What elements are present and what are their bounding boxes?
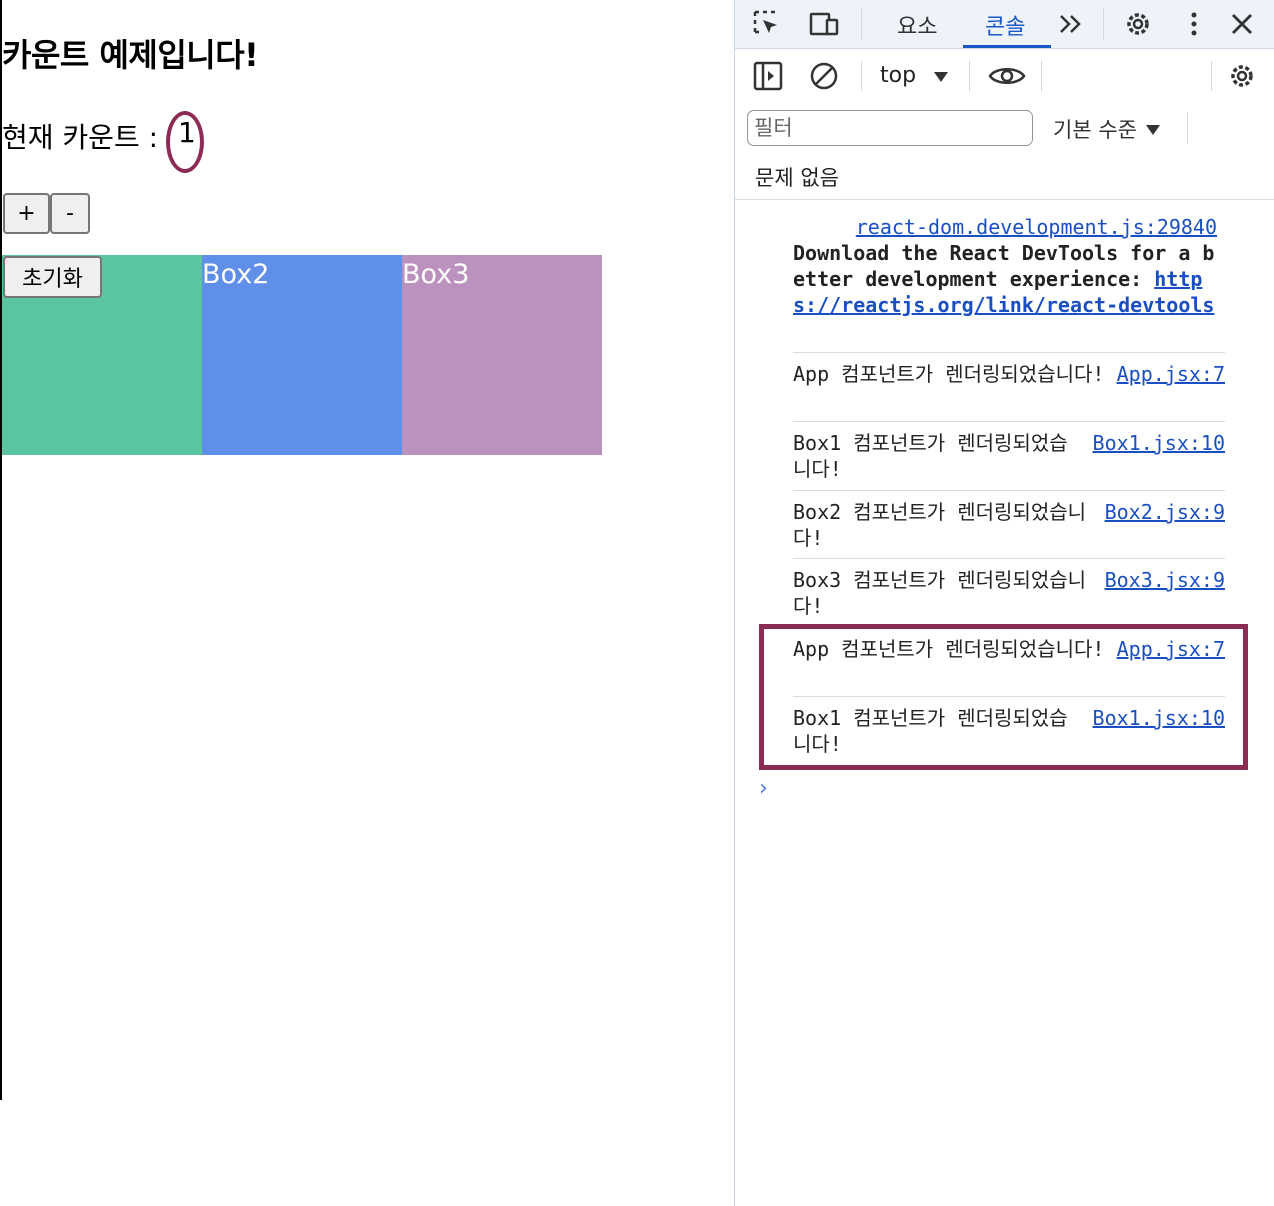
console-message: react-dom.development.js:29840 Download … xyxy=(793,214,1225,318)
message-divider xyxy=(793,558,1225,559)
more-options-icon[interactable] xyxy=(1177,8,1211,40)
count-label: 현재 카운트 : xyxy=(2,121,159,154)
message-divider xyxy=(793,490,1225,491)
tab-console[interactable]: 콘솔 xyxy=(985,9,1025,41)
message-source-link[interactable]: Box3.jsx:9 xyxy=(1105,567,1225,593)
devtools-panel: 요소 콘솔 top 필터 기본 수준 문제 없음 react-dom.devel… xyxy=(734,0,1274,1206)
toolbar-separator xyxy=(1041,61,1042,91)
console-settings-gear-icon[interactable] xyxy=(1225,60,1259,92)
chevron-down-icon xyxy=(1145,125,1160,135)
device-toolbar-icon[interactable] xyxy=(807,8,841,40)
message-source-link[interactable]: Box1.jsx:10 xyxy=(1093,430,1225,456)
active-tab-indicator xyxy=(963,45,1051,48)
sidebar-toggle-icon[interactable] xyxy=(751,60,785,92)
count-highlight-circle xyxy=(166,111,204,173)
decrement-button[interactable]: - xyxy=(50,193,90,234)
settings-gear-icon[interactable] xyxy=(1121,8,1155,40)
toolbar-separator xyxy=(1103,8,1104,40)
page-title: 카운트 예제입니다! xyxy=(2,36,259,74)
console-prompt[interactable]: › xyxy=(759,776,768,801)
page-edge xyxy=(0,0,2,1100)
message-text: App 컴포넌트가 렌더링되었습니다! xyxy=(793,362,1105,386)
toolbar-separator xyxy=(861,8,862,40)
close-icon[interactable] xyxy=(1225,8,1259,40)
more-tabs-icon[interactable] xyxy=(1055,8,1089,40)
console-divider xyxy=(735,199,1274,200)
console-message: Box2.jsx:9 Box2 컴포넌트가 렌더링되었습니다! xyxy=(793,499,1225,551)
filter-input[interactable] xyxy=(747,110,1033,146)
clear-console-icon[interactable] xyxy=(807,60,841,92)
message-text: Box3 컴포넌트가 렌더링되었습니다! xyxy=(793,568,1087,618)
console-toolbar xyxy=(735,49,1274,103)
console-message: App.jsx:7 App 컴포넌트가 렌더링되었습니다! xyxy=(793,361,1225,387)
app-page: 카운트 예제입니다! 현재 카운트 : 1 + - Box2 Box3 초기화 xyxy=(0,0,734,1206)
box2: Box2 xyxy=(202,255,402,455)
box3-label: Box3 xyxy=(402,259,470,290)
box2-label: Box2 xyxy=(202,259,270,290)
message-divider xyxy=(793,352,1225,353)
message-text: Download the React DevTools for a better… xyxy=(793,241,1215,291)
console-message: Box3.jsx:9 Box3 컴포넌트가 렌더링되었습니다! xyxy=(793,567,1225,619)
reset-button[interactable]: 초기화 xyxy=(3,256,102,298)
message-source-link[interactable]: Box2.jsx:9 xyxy=(1105,499,1225,525)
devtools-toolbar: 요소 콘솔 xyxy=(735,0,1274,49)
message-source-link[interactable]: App.jsx:7 xyxy=(1117,361,1225,387)
highlight-box xyxy=(759,624,1248,770)
box3: Box3 xyxy=(402,255,602,455)
live-expression-eye-icon[interactable] xyxy=(987,62,1027,90)
increment-button[interactable]: + xyxy=(3,193,50,234)
message-text: Box1 컴포넌트가 렌더링되었습니다! xyxy=(793,431,1068,481)
toolbar-separator xyxy=(861,61,862,91)
console-message: Box1.jsx:10 Box1 컴포넌트가 렌더링되었습니다! xyxy=(793,430,1225,482)
tab-elements[interactable]: 요소 xyxy=(897,9,937,41)
inspect-element-icon[interactable] xyxy=(751,8,785,40)
toolbar-separator xyxy=(1211,61,1212,91)
chevron-down-icon[interactable] xyxy=(931,69,951,85)
log-level-dropdown[interactable]: 기본 수준 xyxy=(1053,114,1162,144)
toolbar-separator xyxy=(969,61,970,91)
message-source-link[interactable]: react-dom.development.js:29840 xyxy=(856,215,1217,239)
message-divider xyxy=(793,421,1225,422)
toolbar-separator xyxy=(1187,112,1188,144)
message-text: Box2 컴포넌트가 렌더링되었습니다! xyxy=(793,500,1087,550)
log-level-label: 기본 수준 xyxy=(1053,118,1137,142)
context-selector[interactable]: top xyxy=(880,63,916,88)
issues-status: 문제 없음 xyxy=(755,166,839,190)
